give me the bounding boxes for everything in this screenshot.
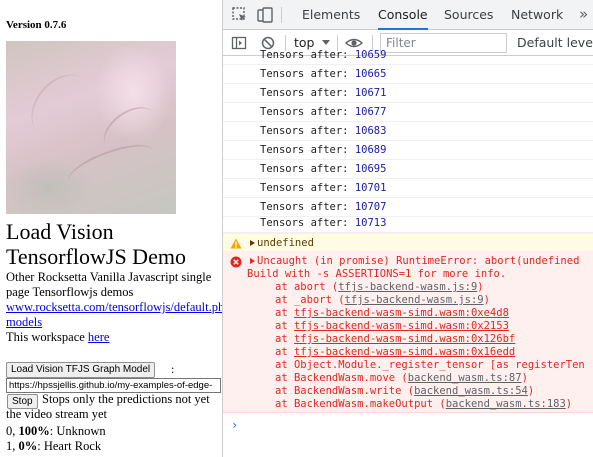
- stop-button[interactable]: Stop: [7, 394, 38, 409]
- source-link[interactable]: tfjs-backend-wasm.js:9: [345, 294, 484, 306]
- error-detail: Build with -s ASSERTIONS=1 for more info…: [247, 268, 507, 280]
- source-link[interactable]: backend_wasm.ts:87: [408, 372, 522, 384]
- warning-icon: [230, 238, 242, 249]
- source-link[interactable]: tfjs-backend-wasm-simd.wasm:0x126bf: [294, 333, 515, 345]
- log-value: 10695: [354, 163, 387, 175]
- prediction-percent: 100%: [18, 424, 50, 438]
- source-link[interactable]: tfjs-backend-wasm-simd.wasm:0x2153: [294, 320, 509, 332]
- error-message: Uncaught (in promise) RuntimeError: abor…: [223, 252, 593, 413]
- prediction-index: 1,: [6, 439, 16, 453]
- source-link[interactable]: tfjs-backend-wasm.js:9: [338, 281, 477, 293]
- stack-frame: at BackendWasm.makeOutput (backend_wasm.…: [275, 398, 573, 410]
- models-link[interactable]: models: [6, 315, 42, 329]
- warning-text: undefined: [257, 237, 314, 249]
- prediction-index: 0,: [6, 424, 16, 438]
- stack-frame: at tfjs-backend-wasm-simd.wasm:0x2153: [275, 320, 509, 332]
- load-model-button[interactable]: Load Vision TFJS Graph Model: [6, 362, 156, 378]
- log-value: 10707: [354, 201, 387, 213]
- tab-console[interactable]: Console: [378, 0, 428, 30]
- desc-line: page Tensorflowjs demos: [6, 285, 134, 299]
- prediction-label: : Unknown: [49, 424, 106, 438]
- log-row: Tensors after: 10677: [223, 103, 593, 122]
- workspace-link[interactable]: here: [88, 330, 110, 344]
- prediction-label: : Heart Rock: [37, 439, 102, 453]
- more-tabs-icon[interactable]: »: [579, 0, 588, 30]
- log-row: Tensors after: 10683: [223, 122, 593, 141]
- log-value: 10701: [354, 182, 387, 194]
- log-value: 10683: [354, 125, 387, 137]
- divider: [281, 7, 282, 23]
- log-value: 10677: [354, 106, 387, 118]
- stack-frame: at _abort (tfjs-backend-wasm.js:9): [275, 294, 490, 306]
- inspect-element-icon[interactable]: [231, 6, 249, 24]
- log-row: Tensors after: 10713: [223, 214, 593, 233]
- log-value: 10659: [354, 49, 387, 61]
- log-value: 10689: [354, 144, 387, 156]
- workspace-text: This workspace: [6, 330, 85, 344]
- warning-row[interactable]: undefined: [223, 233, 593, 252]
- tab-sources[interactable]: Sources: [444, 0, 493, 30]
- log-row: Tensors after: 10689: [223, 141, 593, 160]
- console-prompt-icon[interactable]: ›: [231, 418, 238, 432]
- demos-link[interactable]: www.rocksetta.com/tensorflowjs/default.p…: [6, 300, 222, 314]
- stack-frame: at tfjs-backend-wasm-simd.wasm:0x126bf: [275, 333, 516, 345]
- stack-frame: at BackendWasm.move (backend_wasm.ts:87): [275, 372, 528, 384]
- log-value: 10671: [354, 87, 387, 99]
- palm-crease: [19, 63, 103, 149]
- source-link[interactable]: backend_wasm.ts:54: [414, 385, 528, 397]
- error-title: Uncaught (in promise) RuntimeError: abor…: [257, 255, 580, 267]
- tab-elements[interactable]: Elements: [302, 0, 360, 30]
- expand-caret-icon[interactable]: [250, 240, 255, 246]
- error-icon: [230, 256, 242, 268]
- stack-frame: at tfjs-backend-wasm-simd.wasm:0xe4d8: [275, 307, 509, 319]
- log-row: Tensors after: 10671: [223, 84, 593, 103]
- log-row: Tensors after: 10659: [223, 46, 593, 65]
- stack-frame: at tfjs-backend-wasm-simd.wasm:0x16edd: [275, 346, 516, 358]
- chevron-down-icon[interactable]: [322, 40, 330, 45]
- source-link[interactable]: tfjs-backend-wasm-simd.wasm:0xe4d8: [294, 307, 509, 319]
- source-link[interactable]: tfjs-backend-wasm-simd.wasm:0x16edd: [294, 346, 515, 358]
- page-title: Load Vision TensorflowJS Demo: [6, 219, 186, 269]
- devtools-panel: Elements Console Sources Network » top F…: [222, 0, 593, 457]
- tab-network[interactable]: Network: [511, 0, 563, 30]
- expand-caret-icon[interactable]: [250, 258, 255, 264]
- log-value: 10665: [354, 68, 387, 80]
- log-value: 10713: [354, 217, 387, 229]
- log-row: Tensors after: 10701: [223, 179, 593, 198]
- colon-label: :: [171, 362, 175, 376]
- demo-page: Version 0.7.6 Load Vision TensorflowJS D…: [0, 0, 222, 457]
- console-output: Tensors after: 10659 Tensors after: 1066…: [223, 49, 593, 457]
- prediction-percent: 0%: [18, 439, 38, 453]
- model-url-input[interactable]: https://hpssjellis.github.io/my-examples…: [6, 378, 221, 393]
- version-label: Version 0.7.6: [6, 19, 67, 31]
- webcam-video: [6, 41, 176, 214]
- device-toolbar-icon[interactable]: [256, 6, 274, 24]
- desc-line: Other Rocksetta Vanilla Javascript singl…: [6, 270, 212, 284]
- stack-frame: at BackendWasm.write (backend_wasm.ts:54…: [275, 385, 535, 397]
- prediction-row: 1, 0%: Heart Rock: [6, 439, 101, 454]
- description: Other Rocksetta Vanilla Javascript singl…: [6, 270, 222, 345]
- log-row: Tensors after: 10665: [223, 65, 593, 84]
- stack-frame: at abort (tfjs-backend-wasm.js:9): [275, 281, 484, 293]
- log-row: Tensors after: 10695: [223, 160, 593, 179]
- stop-description: Stops only the predictions not yet the v…: [6, 392, 210, 421]
- prediction-row: 0, 100%: Unknown: [6, 424, 106, 439]
- stack-frame: at Object.Module._register_tensor [as re…: [275, 359, 585, 371]
- source-link[interactable]: backend_wasm.ts:183: [446, 398, 566, 410]
- devtools-tabbar: Elements Console Sources Network »: [223, 0, 593, 30]
